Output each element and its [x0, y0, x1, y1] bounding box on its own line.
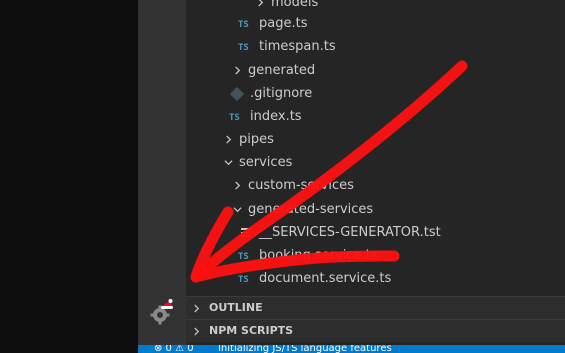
tree-item-document-service[interactable]: TS document.service.ts: [238, 268, 391, 290]
tree-item-index-ts[interactable]: TS index.ts: [229, 106, 302, 128]
chevron-right-icon: [226, 135, 232, 144]
outline-panel-header[interactable]: OUTLINE: [186, 296, 565, 319]
tree-item-label: booking.service.ts: [259, 248, 378, 263]
typescript-file-icon: TS: [238, 252, 249, 262]
problems-indicator[interactable]: ⊗ 0 ⚠ 0: [154, 345, 194, 353]
tree-item-label: custom-services: [248, 178, 354, 193]
outline-label: OUTLINE: [209, 301, 263, 314]
tree-item-label: __SERVICES-GENERATOR.tst: [259, 225, 441, 240]
tree-item-label: models: [271, 0, 319, 10]
tree-item-label: generated-services: [248, 202, 374, 217]
tree-item-label: document.service.ts: [259, 271, 392, 286]
text-file-icon: [241, 226, 251, 239]
tree-item-custom-services[interactable]: custom-services: [233, 175, 354, 197]
tree-item-timespan-ts[interactable]: TS timespan.ts: [238, 36, 336, 58]
chevron-right-icon: [258, 0, 264, 7]
typescript-file-icon: TS: [229, 113, 240, 123]
status-message: Initializing JS/TS language features: [217, 345, 392, 353]
status-bar-content: ⊗ 0 ⚠ 0 Initializing JS/TS language feat…: [154, 345, 392, 353]
editor-background: [0, 0, 138, 353]
tree-item-gitignore[interactable]: .gitignore: [229, 83, 313, 105]
chevron-right-icon: [235, 181, 241, 190]
settings-gear-icon[interactable]: [148, 298, 176, 326]
activity-bar: [138, 0, 186, 345]
tree-item-pipes[interactable]: pipes: [224, 129, 274, 151]
chevron-down-icon: [233, 207, 242, 213]
chevron-down-icon: [224, 160, 233, 166]
npm-scripts-panel-header[interactable]: NPM SCRIPTS: [186, 319, 565, 342]
tree-item-services-generator[interactable]: __SERVICES-GENERATOR.tst: [241, 222, 441, 244]
chevron-right-icon: [235, 66, 241, 75]
tree-item-label: timespan.ts: [259, 39, 336, 54]
chevron-right-icon: [194, 326, 200, 336]
tree-item-services[interactable]: services: [224, 152, 292, 174]
tree-item-label: pipes: [239, 132, 274, 147]
git-icon: [229, 86, 245, 101]
tree-item-booking-service[interactable]: TS booking.service.ts: [238, 245, 378, 267]
tree-item-generated[interactable]: generated: [233, 60, 315, 82]
typescript-file-icon: TS: [238, 43, 249, 53]
file-tree: models TS page.ts TS timespan.ts generated…: [186, 0, 565, 296]
tree-item-label: page.ts: [259, 16, 308, 31]
tree-item-label: generated: [248, 63, 316, 78]
tree-item-label: .gitignore: [250, 86, 313, 101]
typescript-file-icon: TS: [238, 275, 249, 285]
status-bar: ⊗ 0 ⚠ 0 Initializing JS/TS language feat…: [138, 345, 565, 353]
chevron-right-icon: [194, 303, 200, 313]
tree-item-models[interactable]: models: [256, 0, 318, 14]
tree-item-label: services: [239, 155, 293, 170]
explorer-sidebar: models TS page.ts TS timespan.ts generated…: [186, 0, 565, 345]
tree-item-page-ts[interactable]: TS page.ts: [238, 13, 307, 35]
tree-item-label: index.ts: [250, 109, 302, 124]
typescript-file-icon: TS: [238, 20, 249, 30]
npm-scripts-label: NPM SCRIPTS: [209, 324, 294, 337]
vscode-window: models TS page.ts TS timespan.ts generated…: [0, 0, 565, 353]
tree-item-generated-services[interactable]: generated-services: [233, 199, 373, 221]
